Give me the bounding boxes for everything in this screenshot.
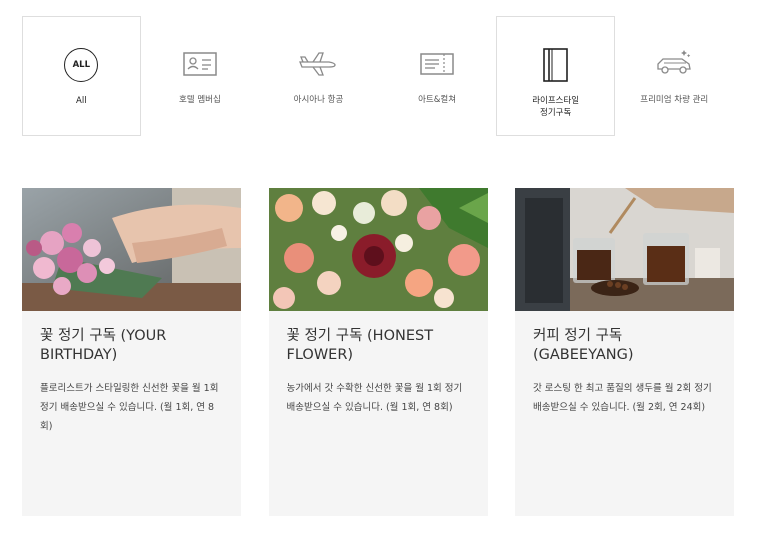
coffee-photo (515, 188, 734, 311)
tab-asiana-airline[interactable]: 아시아나 항공 (259, 16, 378, 136)
all-icon: ALL (51, 45, 111, 85)
tab-all[interactable]: ALL All (22, 16, 141, 136)
tab-lifestyle-subscription-label: 라이프스타일 정기구독 (501, 95, 611, 119)
book-icon (526, 45, 586, 85)
tab-lifestyle-subscription[interactable]: 라이프스타일 정기구독 (496, 16, 615, 136)
tab-hotel-membership[interactable]: 호텔 멤버십 (141, 16, 260, 136)
card-description: 플로리스트가 스타일링한 신선한 꽃을 월 1회 정기 배송받으실 수 있습니다… (40, 383, 219, 432)
car-icon (644, 44, 704, 84)
tab-art-culture[interactable]: 아트&컬쳐 (378, 16, 497, 136)
card-description: 농가에서 갓 수확한 신선한 꽃을 월 1회 정기 배송받으실 수 있습니다. … (286, 383, 463, 413)
flower-arrangement-photo (22, 188, 241, 311)
card-description: 갓 로스팅 한 최고 품질의 생두를 월 2회 정기 배송받으실 수 있습니다.… (533, 383, 712, 413)
card-title: 꽃 정기 구독 (YOUR BIRTHDAY) (40, 328, 167, 363)
card-title: 커피 정기 구독 (GABEEYANG) (533, 328, 634, 363)
tab-lifestyle-label-line1: 라이프스타일 (532, 96, 580, 106)
membership-card-icon (170, 44, 230, 84)
all-badge: ALL (64, 48, 99, 82)
tab-lifestyle-label-line2: 정기구독 (540, 108, 572, 118)
tab-art-culture-label: 아트&컬쳐 (418, 95, 457, 105)
airplane-icon (288, 44, 348, 84)
tab-asiana-airline-label: 아시아나 항공 (293, 95, 344, 105)
card-title: 꽃 정기 구독 (HONEST FLOWER) (286, 328, 434, 363)
tab-hotel-membership-label: 호텔 멤버십 (178, 95, 221, 105)
ticket-icon (407, 44, 467, 84)
card-flower-your-birthday[interactable]: 꽃 정기 구독 (YOUR BIRTHDAY) 플로리스트가 스타일링한 신선한… (22, 188, 241, 516)
tab-premium-car-care-label: 프리미엄 차량 관리 (640, 95, 709, 105)
flower-bouquet-photo (268, 188, 488, 311)
subscription-cards: 꽃 정기 구독 (YOUR BIRTHDAY) 플로리스트가 스타일링한 신선한… (22, 188, 734, 516)
card-flower-honest-flower[interactable]: 꽃 정기 구독 (HONEST FLOWER) 농가에서 갓 수확한 신선한 꽃… (268, 188, 488, 516)
tab-all-label: All (76, 96, 87, 106)
category-tabs: ALL All 호텔 멤버십 아시아나 항공 아트&컬쳐 라이프스타일 정기구독… (22, 16, 734, 136)
tab-premium-car-care[interactable]: 프리미엄 차량 관리 (615, 16, 734, 136)
card-coffee-gabeeyang[interactable]: 커피 정기 구독 (GABEEYANG) 갓 로스팅 한 최고 품질의 생두를 … (515, 188, 734, 516)
